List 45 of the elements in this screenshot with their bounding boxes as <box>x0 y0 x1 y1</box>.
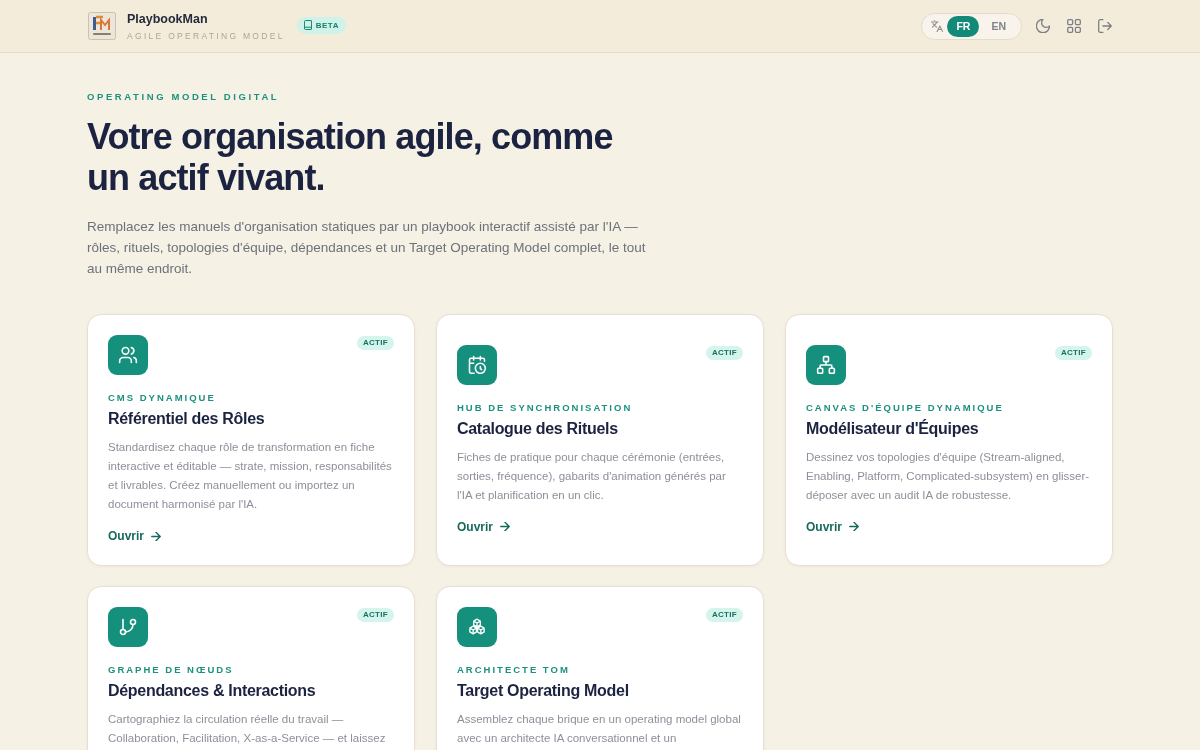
translate-icon <box>931 20 944 32</box>
branch-icon <box>108 607 148 647</box>
hierarchy-icon <box>806 344 846 385</box>
logo-icon <box>88 12 116 40</box>
module-category: CMS DYNAMIQUE <box>108 391 217 405</box>
module-title: Catalogue des Rituels <box>457 418 619 439</box>
status-badge: ACTIF <box>705 608 743 622</box>
module-title: Target Operating Model <box>457 681 630 701</box>
arrow-right-icon <box>849 522 859 531</box>
hero-description: Remplacez les manuels d'organisation statiques par un playbook interactif assisté par l'IA — rôles, rituels, topologies d'équipe, dépendances et un Target Operating Model complet, le tout au même endroit. <box>87 218 647 278</box>
arrow-right-icon <box>500 522 510 531</box>
language-option[interactable]: EN <box>982 15 1015 37</box>
moon-icon[interactable] <box>1036 19 1050 33</box>
module-title: Modélisateur d'Équipes <box>806 418 980 439</box>
module-description: Standardisez chaque rôle de transformation en fiche interactive et éditable — strate, mission, responsabilités et livrables. Créez manuellement ou importez un document harmonisé par l'IA. <box>108 440 393 512</box>
module-category: CANVAS D'ÉQUIPE DYNAMIQUE <box>806 400 1005 415</box>
open-link[interactable]: Ouvrir <box>457 518 510 535</box>
status-badge: ACTIF <box>705 345 743 360</box>
grid-icon[interactable] <box>1067 19 1081 33</box>
module-title: Référentiel des Rôles <box>108 409 266 429</box>
module-description: Fiches de pratique pour chaque cérémonie (entrées, sorties, fréquence), gabarits d'animation générés par l'IA et planification en un clic. <box>457 449 727 503</box>
status-badge: ACTIF <box>1054 345 1092 360</box>
book-icon <box>303 20 312 30</box>
hero-eyebrow: OPERATING MODEL DIGITAL <box>87 90 281 104</box>
language-option[interactable]: FR <box>947 15 980 37</box>
open-link[interactable]: Ouvrir <box>806 518 859 535</box>
module-description: Dessinez vos topologies d'équipe (Stream-aligned, Enabling, Platform, Complicated-subsystem) en glisser-déposer avec un audit IA de robustesse. <box>806 449 1091 503</box>
logout-icon[interactable] <box>1098 19 1112 33</box>
module-description: Cartographiez la circulation réelle du travail — Collaboration, Facilitation, X-as-a-Service — et laissez <box>108 712 387 746</box>
calendar-clock-icon <box>457 344 497 385</box>
cubes-icon <box>457 607 497 647</box>
module-category: HUB DE SYNCHRONISATION <box>457 400 634 415</box>
module-category: GRAPHE DE NŒUDS <box>108 663 235 677</box>
module-title: Dépendances & Interactions <box>108 681 317 701</box>
status-badge: ACTIF <box>356 336 394 350</box>
users-icon <box>108 335 148 375</box>
status-badge: ACTIF <box>356 608 394 622</box>
open-link[interactable]: Ouvrir <box>108 528 161 544</box>
module-category: ARCHITECTE TOM <box>457 663 571 677</box>
brand-tagline: AGILE OPERATING MODEL <box>127 29 285 42</box>
arrow-right-icon <box>151 531 161 541</box>
hero-title: Votre organisation agile, comme un actif vivant. <box>87 116 614 198</box>
beta-label: BETA <box>315 19 339 31</box>
brand-name: PlaybookMan <box>127 10 209 27</box>
module-description: Assemblez chaque brique en un operating model global avec un architecte IA conversationnel et un <box>457 712 742 746</box>
